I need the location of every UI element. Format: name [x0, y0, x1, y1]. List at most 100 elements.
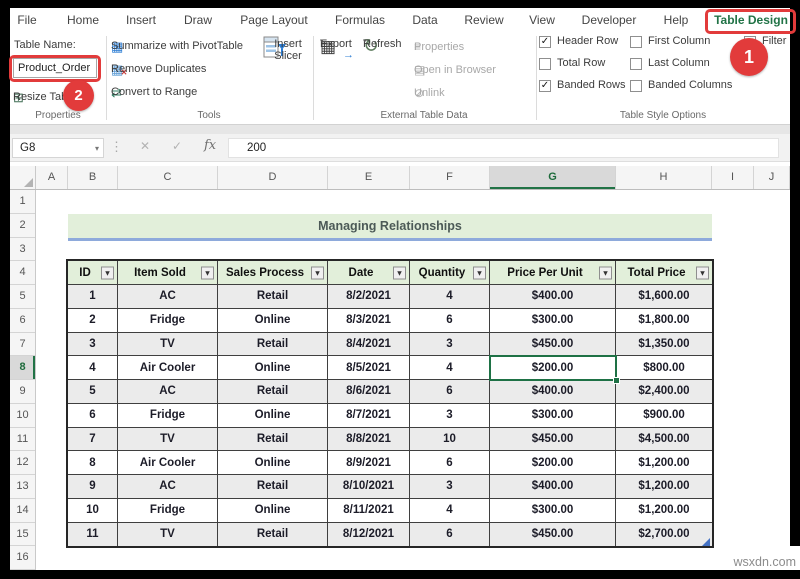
table-cell[interactable]: Online: [218, 309, 328, 333]
table-cell[interactable]: 8/12/2021: [328, 523, 410, 547]
table-cell[interactable]: $300.00: [490, 404, 616, 428]
checkbox-total-row[interactable]: [539, 58, 551, 70]
table-cell[interactable]: $1,600.00: [616, 285, 712, 309]
checkbox-last-column[interactable]: [630, 58, 642, 70]
table-cell[interactable]: 5: [68, 380, 118, 404]
table-cell[interactable]: $2,700.00: [616, 523, 712, 547]
table-cell[interactable]: 6: [410, 451, 490, 475]
table-cell[interactable]: 7: [68, 428, 118, 452]
formula-input[interactable]: 200: [228, 138, 779, 158]
table-header-quantity[interactable]: Quantity▾: [410, 261, 490, 285]
fill-handle[interactable]: [613, 377, 620, 384]
table-cell[interactable]: Retail: [218, 333, 328, 357]
filter-arrow-icon[interactable]: ▾: [473, 266, 486, 279]
column-header-f[interactable]: F: [410, 166, 490, 189]
checkbox-first-column[interactable]: [630, 36, 642, 48]
table-cell[interactable]: 8/3/2021: [328, 309, 410, 333]
column-header-b[interactable]: B: [68, 166, 118, 189]
tab-home[interactable]: Home: [67, 8, 99, 33]
table-cell[interactable]: 1: [68, 285, 118, 309]
fx-icon[interactable]: fx: [204, 138, 216, 153]
table-cell[interactable]: 10: [68, 499, 118, 523]
table-cell[interactable]: $400.00: [490, 285, 616, 309]
table-cell[interactable]: $200.00: [490, 451, 616, 475]
table-cell[interactable]: $450.00: [490, 428, 616, 452]
table-cell[interactable]: $400.00: [490, 380, 616, 404]
table-cell[interactable]: Retail: [218, 380, 328, 404]
filter-arrow-icon[interactable]: ▾: [393, 266, 406, 279]
table-cell[interactable]: Online: [218, 404, 328, 428]
row-header-3[interactable]: 3: [10, 238, 35, 262]
table-cell[interactable]: Online: [218, 356, 328, 380]
filter-arrow-icon[interactable]: ▾: [101, 266, 114, 279]
row-header-13[interactable]: 13: [10, 475, 35, 499]
row-header-6[interactable]: 6: [10, 309, 35, 333]
formula-cancel-icon[interactable]: ✕: [140, 139, 150, 153]
row-header-9[interactable]: 9: [10, 380, 35, 404]
filter-arrow-icon[interactable]: ▾: [696, 266, 709, 279]
row-header-5[interactable]: 5: [10, 285, 35, 309]
table-cell[interactable]: 8/9/2021: [328, 451, 410, 475]
formula-enter-icon[interactable]: ✓: [172, 139, 182, 153]
table-resize-handle-icon[interactable]: [702, 538, 710, 546]
table-cell[interactable]: 8/11/2021: [328, 499, 410, 523]
select-all-corner[interactable]: [10, 166, 36, 189]
table-cell[interactable]: 3: [68, 333, 118, 357]
checkbox-banded-rows[interactable]: ✓: [539, 80, 551, 92]
row-header-4[interactable]: 4: [10, 261, 35, 285]
table-header-total-price[interactable]: Total Price▾: [616, 261, 712, 285]
table-cell[interactable]: 6: [68, 404, 118, 428]
name-box-arrow-icon[interactable]: ▾: [95, 140, 99, 158]
table-cell[interactable]: Retail: [218, 428, 328, 452]
filter-arrow-icon[interactable]: ▾: [311, 266, 324, 279]
table-cell[interactable]: Online: [218, 499, 328, 523]
table-cell[interactable]: Fridge: [118, 499, 218, 523]
filter-arrow-icon[interactable]: ▾: [201, 266, 214, 279]
table-cell[interactable]: Fridge: [118, 404, 218, 428]
table-cell[interactable]: Retail: [218, 475, 328, 499]
row-header-15[interactable]: 15: [10, 523, 35, 547]
table-cell[interactable]: Air Cooler: [118, 451, 218, 475]
table-cell[interactable]: AC: [118, 380, 218, 404]
table-cell[interactable]: 6: [410, 380, 490, 404]
tab-review[interactable]: Review: [464, 8, 503, 33]
table-cell[interactable]: 9: [68, 475, 118, 499]
table-cell[interactable]: $300.00: [490, 309, 616, 333]
tab-draw[interactable]: Draw: [184, 8, 212, 33]
table-cell[interactable]: Retail: [218, 523, 328, 547]
name-box[interactable]: G8 ▾: [12, 138, 104, 158]
table-cell[interactable]: $300.00: [490, 499, 616, 523]
column-header-a[interactable]: A: [36, 166, 68, 189]
table-cell[interactable]: Fridge: [118, 309, 218, 333]
table-cell[interactable]: $2,400.00: [616, 380, 712, 404]
table-cell[interactable]: 3: [410, 475, 490, 499]
table-cell[interactable]: 11: [68, 523, 118, 547]
column-header-c[interactable]: C: [118, 166, 218, 189]
table-cell[interactable]: $1,200.00: [616, 499, 712, 523]
table-cell[interactable]: 3: [410, 404, 490, 428]
table-cell[interactable]: 4: [410, 285, 490, 309]
column-header-d[interactable]: D: [218, 166, 328, 189]
table-cell[interactable]: 3: [410, 333, 490, 357]
table-cell[interactable]: Retail: [218, 285, 328, 309]
table-cell[interactable]: $450.00: [490, 523, 616, 547]
table-cell[interactable]: 8: [68, 451, 118, 475]
column-header-i[interactable]: I: [712, 166, 754, 189]
table-cell[interactable]: $450.00: [490, 333, 616, 357]
table-cell[interactable]: TV: [118, 428, 218, 452]
table-cell[interactable]: 6: [410, 523, 490, 547]
column-header-e[interactable]: E: [328, 166, 410, 189]
tab-page-layout[interactable]: Page Layout: [240, 8, 307, 33]
table-cell[interactable]: TV: [118, 333, 218, 357]
table-cell[interactable]: 8/4/2021: [328, 333, 410, 357]
tab-developer[interactable]: Developer: [582, 8, 637, 33]
row-header-14[interactable]: 14: [10, 499, 35, 523]
table-cell[interactable]: 10: [410, 428, 490, 452]
table-cell[interactable]: 8/5/2021: [328, 356, 410, 380]
table-cell[interactable]: Online: [218, 451, 328, 475]
tab-view[interactable]: View: [529, 8, 555, 33]
table-cell[interactable]: 8/2/2021: [328, 285, 410, 309]
tab-file[interactable]: File: [17, 8, 36, 33]
filter-arrow-icon[interactable]: ▾: [599, 266, 612, 279]
sheet-title-cell[interactable]: Managing Relationships: [68, 214, 712, 238]
